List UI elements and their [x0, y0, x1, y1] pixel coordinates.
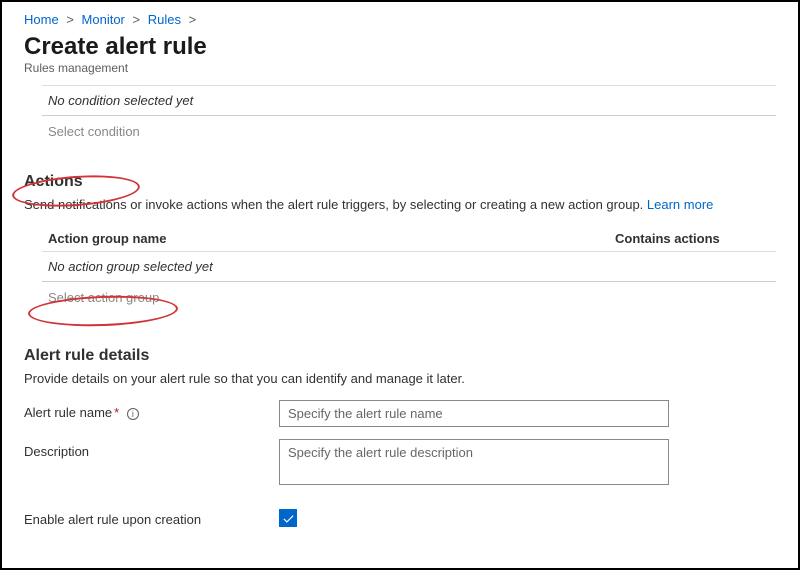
actions-description: Send notifications or invoke actions whe… — [24, 197, 776, 212]
required-asterisk: * — [114, 405, 119, 420]
actions-section: Actions Send notifications or invoke act… — [2, 173, 798, 305]
actions-empty-row: No action group selected yet — [42, 252, 776, 282]
details-description: Provide details on your alert rule so th… — [24, 371, 776, 386]
actions-table-header: Action group name Contains actions — [42, 226, 776, 252]
breadcrumb: Home > Monitor > Rules > — [2, 10, 798, 27]
col-contains-actions: Contains actions — [615, 231, 770, 246]
description-label: Description — [24, 439, 279, 459]
breadcrumb-rules[interactable]: Rules — [148, 12, 181, 27]
condition-empty-row: No condition selected yet — [42, 85, 776, 116]
learn-more-link[interactable]: Learn more — [647, 197, 713, 212]
actions-heading: Actions — [24, 173, 776, 191]
breadcrumb-home[interactable]: Home — [24, 12, 59, 27]
check-icon — [282, 512, 295, 525]
select-condition-link[interactable]: Select condition — [42, 122, 776, 141]
col-action-group-name: Action group name — [48, 231, 615, 246]
chevron-right-icon: > — [133, 12, 141, 27]
form-row-name: Alert rule name* i — [24, 400, 776, 427]
chevron-right-icon: > — [66, 12, 74, 27]
alert-rule-name-label-text: Alert rule name — [24, 405, 112, 420]
chevron-right-icon: > — [189, 12, 197, 27]
actions-table: Action group name Contains actions No ac… — [42, 226, 776, 282]
breadcrumb-monitor[interactable]: Monitor — [82, 12, 125, 27]
enable-checkbox[interactable] — [279, 509, 297, 527]
details-heading: Alert rule details — [24, 347, 776, 365]
form-row-enable: Enable alert rule upon creation — [24, 507, 776, 527]
alert-rule-name-input[interactable] — [279, 400, 669, 427]
description-input[interactable] — [279, 439, 669, 485]
enable-label: Enable alert rule upon creation — [24, 507, 279, 527]
page-title: Create alert rule — [2, 27, 798, 61]
actions-description-text: Send notifications or invoke actions whe… — [24, 197, 647, 212]
alert-rule-name-label: Alert rule name* i — [24, 400, 279, 420]
select-action-group-link[interactable]: Select action group — [42, 282, 776, 305]
page-subtitle: Rules management — [2, 61, 798, 83]
info-icon[interactable]: i — [127, 408, 139, 420]
details-section: Alert rule details Provide details on yo… — [2, 347, 798, 527]
form-row-description: Description — [24, 439, 776, 485]
